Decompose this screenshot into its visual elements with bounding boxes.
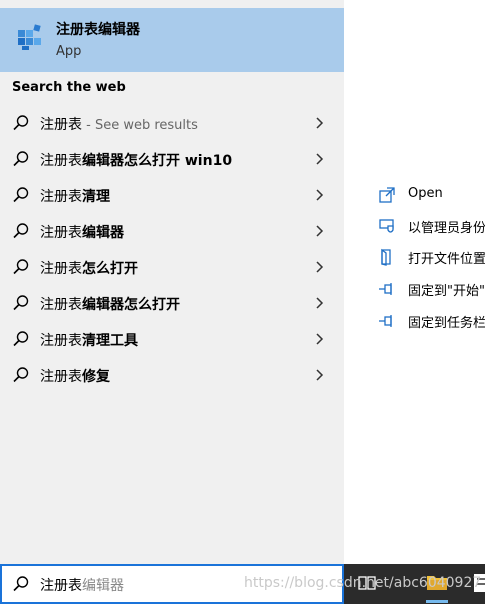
search-icon <box>13 259 29 275</box>
web-suggestion-label: 注册表编辑器 <box>40 222 124 242</box>
suggestion-hint-text: - See web results <box>82 118 198 133</box>
search-web-heading: Search the web <box>12 80 126 95</box>
best-match-type: App <box>56 44 82 59</box>
action-label: 固定到任务栏 <box>408 316 485 331</box>
search-icon <box>13 151 29 167</box>
active-app-indicator <box>426 600 448 603</box>
suggestion-completion-text: 编辑器怎么打开 <box>82 297 180 313</box>
taskbar <box>344 564 485 604</box>
web-suggestion-label: 注册表怎么打开 <box>40 258 138 278</box>
suggestion-query-text: 注册表 <box>40 261 82 277</box>
best-match-item[interactable]: 注册表编辑器 App <box>0 8 344 72</box>
search-icon <box>13 115 29 131</box>
file-explorer-icon[interactable] <box>426 572 448 592</box>
search-autocomplete-text: 编辑器 <box>82 578 124 594</box>
chevron-right-icon[interactable] <box>313 224 327 238</box>
search-icon <box>13 187 29 203</box>
suggestion-completion-text: 编辑器怎么打开 win10 <box>82 153 233 169</box>
task-view-icon[interactable] <box>358 574 376 592</box>
web-suggestion-item[interactable]: 注册表编辑器怎么打开 win10 <box>0 141 344 177</box>
action-label: Open <box>408 186 443 201</box>
web-suggestion-label: 注册表编辑器怎么打开 <box>40 294 180 314</box>
registry-editor-icon <box>18 24 41 50</box>
suggestion-query-text: 注册表 <box>40 297 82 313</box>
pin-start-icon <box>379 283 392 295</box>
web-suggestion-item[interactable]: 注册表 - See web results <box>0 105 344 141</box>
chevron-right-icon[interactable] <box>313 260 327 274</box>
suggestion-completion-text: 清理工具 <box>82 333 138 349</box>
results-pane: 注册表编辑器 App Search the web 注册表 - See web … <box>0 0 344 564</box>
suggestion-query-text: 注册表 <box>40 369 82 385</box>
suggestion-query-text: 注册表 <box>40 333 82 349</box>
action-open-file-location[interactable]: 打开文件位置 <box>344 242 485 272</box>
action-label: 固定到"开始" <box>408 284 485 299</box>
suggestion-query-text: 注册表 <box>40 117 82 133</box>
search-typed-text: 注册表 <box>40 578 82 594</box>
chevron-right-icon[interactable] <box>313 296 327 310</box>
suggestion-completion-text: 编辑器 <box>82 225 124 241</box>
action-label: 以管理员身份 <box>408 221 485 236</box>
chevron-right-icon[interactable] <box>313 152 327 166</box>
best-match-title: 注册表编辑器 <box>56 22 140 38</box>
suggestion-completion-text: 修复 <box>82 369 110 385</box>
search-icon <box>13 223 29 239</box>
action-open[interactable]: Open <box>344 180 485 210</box>
open-icon <box>379 187 395 203</box>
chevron-right-icon[interactable] <box>313 332 327 346</box>
suggestion-query-text: 注册表 <box>40 225 82 241</box>
run-as-admin-icon <box>379 219 394 233</box>
search-query: 注册表编辑器 <box>40 575 124 595</box>
web-suggestion-label: 注册表 - See web results <box>40 114 198 134</box>
web-suggestion-item[interactable]: 注册表编辑器 <box>0 213 344 249</box>
web-suggestion-item[interactable]: 注册表怎么打开 <box>0 249 344 285</box>
action-label: 打开文件位置 <box>408 252 485 267</box>
web-suggestion-item[interactable]: 注册表清理工具 <box>0 321 344 357</box>
taskbar-app-icon[interactable] <box>472 572 485 594</box>
suggestion-completion-text: 清理 <box>82 189 110 205</box>
web-suggestion-label: 注册表清理工具 <box>40 330 138 350</box>
search-icon <box>13 295 29 311</box>
action-pin-to-start[interactable]: 固定到"开始" <box>344 274 485 304</box>
web-suggestion-item[interactable]: 注册表编辑器怎么打开 <box>0 285 344 321</box>
web-suggestion-label: 注册表清理 <box>40 186 110 206</box>
web-suggestion-item[interactable]: 注册表清理 <box>0 177 344 213</box>
chevron-right-icon[interactable] <box>313 368 327 382</box>
chevron-right-icon[interactable] <box>313 116 327 130</box>
action-pin-to-taskbar[interactable]: 固定到任务栏 <box>344 306 485 336</box>
search-icon <box>13 576 29 592</box>
web-suggestion-label: 注册表修复 <box>40 366 110 386</box>
web-suggestion-label: 注册表编辑器怎么打开 win10 <box>40 150 232 170</box>
web-suggestion-item[interactable]: 注册表修复 <box>0 357 344 393</box>
search-icon <box>13 331 29 347</box>
search-icon <box>13 367 29 383</box>
file-location-icon <box>381 248 391 266</box>
suggestion-query-text: 注册表 <box>40 189 82 205</box>
action-run-as-admin[interactable]: 以管理员身份 <box>344 211 485 241</box>
suggestion-query-text: 注册表 <box>40 153 82 169</box>
chevron-right-icon[interactable] <box>313 188 327 202</box>
suggestion-completion-text: 怎么打开 <box>82 261 138 277</box>
pin-taskbar-icon <box>379 315 392 327</box>
search-input[interactable]: 注册表编辑器 <box>0 564 344 604</box>
